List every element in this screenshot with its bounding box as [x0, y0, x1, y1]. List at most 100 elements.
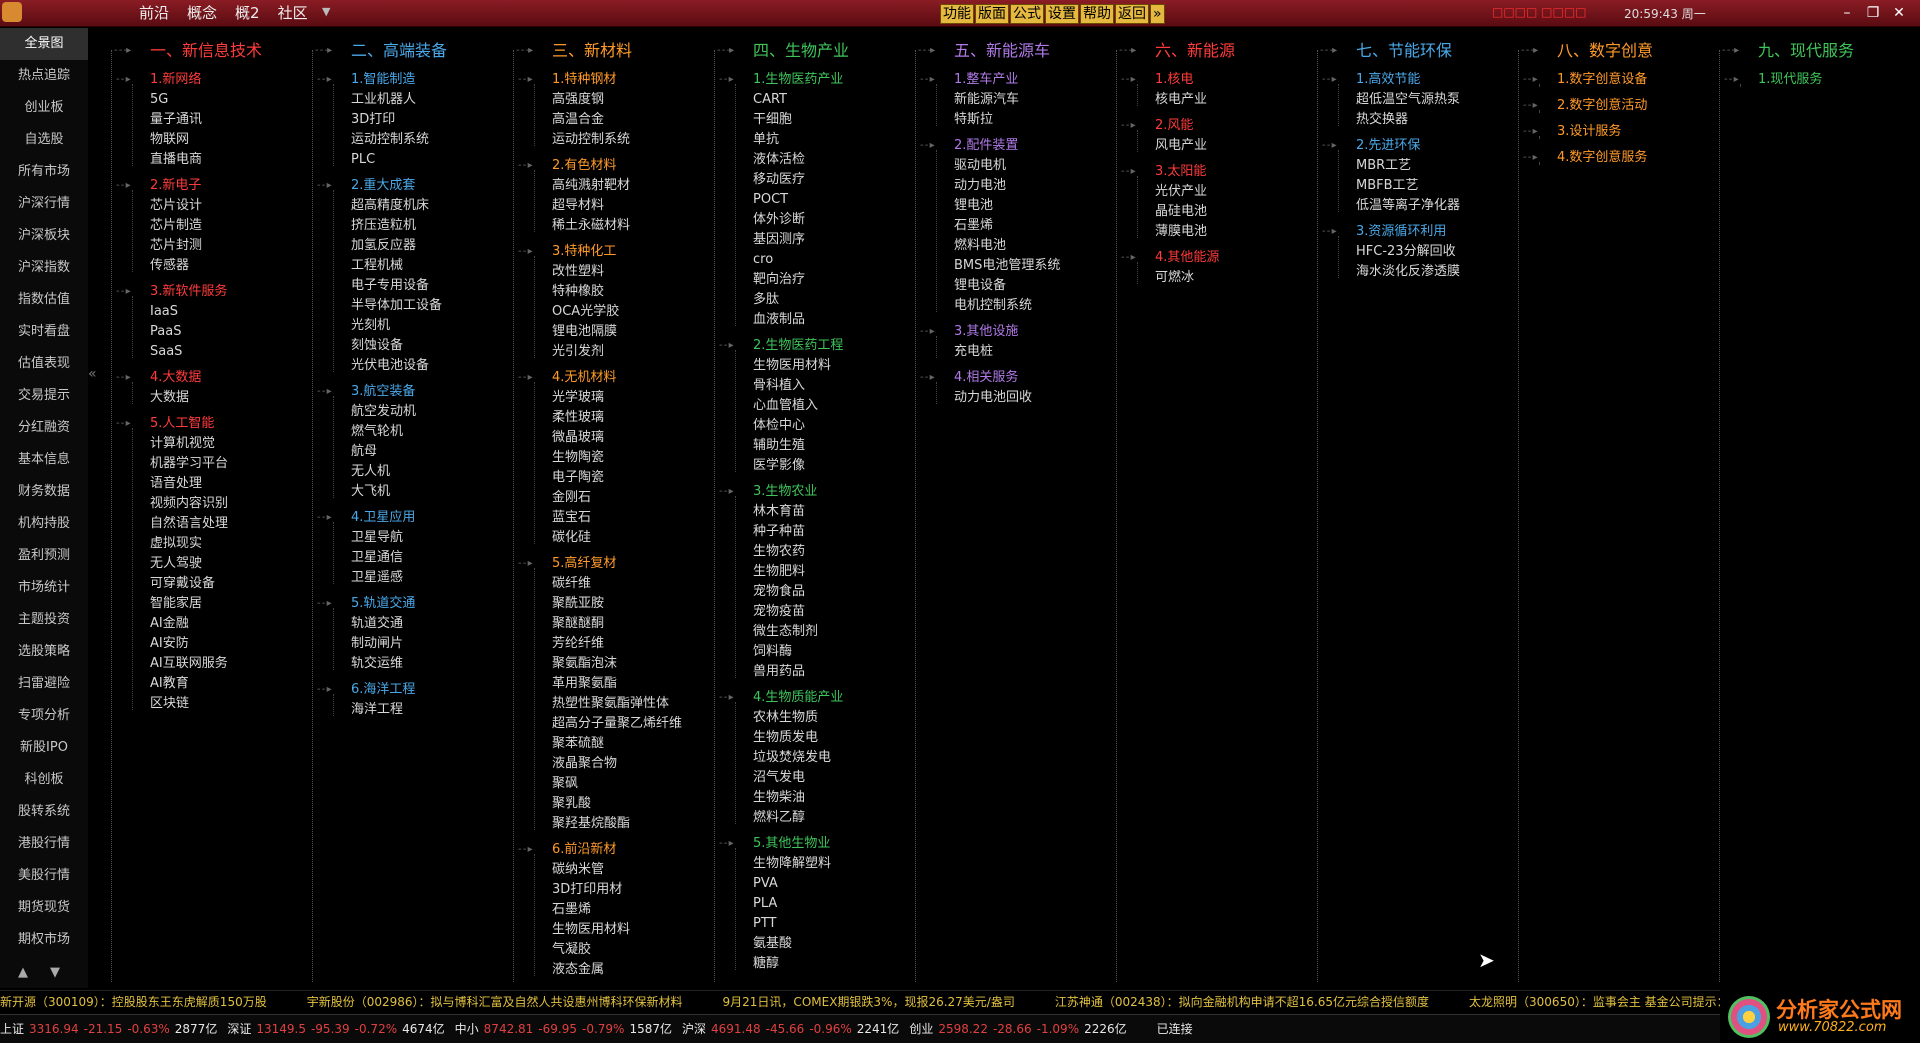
category-title[interactable]: 七、节能环保 — [1316, 40, 1516, 62]
subcategory-title[interactable]: 3.生物农业 — [713, 482, 913, 502]
concept-item[interactable]: 芯片设计 — [110, 196, 310, 216]
subcategory-title[interactable]: 3.航空装备 — [311, 382, 511, 402]
concept-item[interactable]: 低温等离子净化器 — [1316, 196, 1516, 216]
concept-item[interactable]: 垃圾焚烧发电 — [713, 748, 913, 768]
concept-item[interactable]: CART — [713, 90, 913, 110]
concept-item[interactable]: 柔性玻璃 — [512, 408, 712, 428]
subcategory-title[interactable]: 2.有色材料 — [512, 156, 712, 176]
subcategory-title[interactable]: 2.数字创意活动 — [1517, 96, 1717, 116]
concept-item[interactable]: 聚羟基烷酸酯 — [512, 814, 712, 834]
layout-button[interactable]: 版面 — [975, 4, 1009, 24]
index-item[interactable]: 深证 13149.5 -95.39 -0.72% 4674亿 — [227, 1015, 444, 1043]
concept-item[interactable]: 机器学习平台 — [110, 454, 310, 474]
concept-item[interactable]: 运动控制系统 — [311, 130, 511, 150]
concept-item[interactable]: 革用聚氨酯 — [512, 674, 712, 694]
concept-item[interactable]: 量子通讯 — [110, 110, 310, 130]
concept-item[interactable]: 锂电池隔膜 — [512, 322, 712, 342]
concept-item[interactable]: 体外诊断 — [713, 210, 913, 230]
sidebar-item[interactable]: 市场统计 — [0, 572, 88, 604]
subcategory-title[interactable]: 4.数字创意服务 — [1517, 148, 1717, 168]
concept-item[interactable]: 靶向治疗 — [713, 270, 913, 290]
menu-community[interactable]: 社区 — [269, 0, 317, 26]
concept-item[interactable]: 生物质发电 — [713, 728, 913, 748]
subcategory-title[interactable]: 1.现代服务 — [1718, 70, 1918, 90]
concept-item[interactable]: 干细胞 — [713, 110, 913, 130]
concept-item[interactable]: 宠物食品 — [713, 582, 913, 602]
subcategory-title[interactable]: 6.海洋工程 — [311, 680, 511, 700]
concept-item[interactable]: PLC — [311, 150, 511, 170]
sidebar-item[interactable]: 全景图 — [0, 28, 88, 60]
subcategory-title[interactable]: 1.特种钢材 — [512, 70, 712, 90]
concept-item[interactable]: HFC-23分解回收 — [1316, 242, 1516, 262]
concept-item[interactable]: AI互联网服务 — [110, 654, 310, 674]
concept-item[interactable]: 卫星通信 — [311, 548, 511, 568]
sidebar-item[interactable]: 专项分析 — [0, 700, 88, 732]
concept-item[interactable]: 轨道交通 — [311, 614, 511, 634]
concept-item[interactable]: 蓝宝石 — [512, 508, 712, 528]
help-button[interactable]: 帮助 — [1080, 4, 1114, 24]
concept-item[interactable]: 特种橡胶 — [512, 282, 712, 302]
sidebar-item[interactable]: 扫雷避险 — [0, 668, 88, 700]
concept-item[interactable]: 大数据 — [110, 388, 310, 408]
concept-item[interactable]: SaaS — [110, 342, 310, 362]
sidebar-item[interactable]: 港股行情 — [0, 828, 88, 860]
concept-item[interactable]: 移动医疗 — [713, 170, 913, 190]
concept-item[interactable]: 可穿戴设备 — [110, 574, 310, 594]
subcategory-title[interactable]: 1.新网络 — [110, 70, 310, 90]
subcategory-title[interactable]: 4.卫星应用 — [311, 508, 511, 528]
sidebar-item[interactable]: 财务数据 — [0, 476, 88, 508]
sidebar-item[interactable]: 热点追踪 — [0, 60, 88, 92]
sidebar-item[interactable]: 沪深板块 — [0, 220, 88, 252]
concept-item[interactable]: 3D打印用材 — [512, 880, 712, 900]
concept-item[interactable]: 基因测序 — [713, 230, 913, 250]
concept-item[interactable]: 核电产业 — [1115, 90, 1315, 110]
concept-item[interactable]: 无人机 — [311, 462, 511, 482]
index-item[interactable]: 沪深 4691.48 -45.66 -0.96% 2241亿 — [682, 1015, 899, 1043]
concept-item[interactable]: POCT — [713, 190, 913, 210]
concept-item[interactable]: 体检中心 — [713, 416, 913, 436]
concept-item[interactable]: 宠物疫苗 — [713, 602, 913, 622]
concept-item[interactable]: 光伏电池设备 — [311, 356, 511, 376]
sidebar-item[interactable]: 实时看盘 — [0, 316, 88, 348]
category-title[interactable]: 四、生物产业 — [713, 40, 913, 62]
concept-item[interactable]: 燃气轮机 — [311, 422, 511, 442]
concept-item[interactable]: 生物农药 — [713, 542, 913, 562]
concept-item[interactable]: 5G — [110, 90, 310, 110]
menu-concept-2[interactable]: 概2 — [226, 0, 269, 26]
close-icon[interactable]: ✕ — [1886, 2, 1912, 24]
concept-item[interactable]: 半导体加工设备 — [311, 296, 511, 316]
concept-item[interactable]: AI金融 — [110, 614, 310, 634]
concept-item[interactable]: 碳纳米管 — [512, 860, 712, 880]
function-button[interactable]: 功能 — [940, 4, 974, 24]
concept-item[interactable]: 电机控制系统 — [914, 296, 1114, 316]
concept-item[interactable]: 碳纤维 — [512, 574, 712, 594]
concept-item[interactable]: 微生态制剂 — [713, 622, 913, 642]
concept-item[interactable]: 林木育苗 — [713, 502, 913, 522]
category-title[interactable]: 六、新能源 — [1115, 40, 1315, 62]
concept-item[interactable]: 刻蚀设备 — [311, 336, 511, 356]
chevron-down-icon[interactable]: ▼ — [322, 5, 330, 18]
subcategory-title[interactable]: 2.先进环保 — [1316, 136, 1516, 156]
subcategory-title[interactable]: 1.生物医药产业 — [713, 70, 913, 90]
concept-item[interactable]: 芯片制造 — [110, 216, 310, 236]
concept-item[interactable]: 计算机视觉 — [110, 434, 310, 454]
subcategory-title[interactable]: 4.生物质能产业 — [713, 688, 913, 708]
concept-item[interactable]: 石墨烯 — [512, 900, 712, 920]
concept-item[interactable]: 物联网 — [110, 130, 310, 150]
sidebar-item[interactable]: 盈利预测 — [0, 540, 88, 572]
category-title[interactable]: 二、高端装备 — [311, 40, 511, 62]
subcategory-title[interactable]: 6.前沿新材 — [512, 840, 712, 860]
sidebar-item[interactable]: 交易提示 — [0, 380, 88, 412]
concept-item[interactable]: 种子种苗 — [713, 522, 913, 542]
concept-item[interactable]: 卫星导航 — [311, 528, 511, 548]
concept-item[interactable]: 石墨烯 — [914, 216, 1114, 236]
concept-item[interactable]: 改性塑料 — [512, 262, 712, 282]
concept-item[interactable]: 电子专用设备 — [311, 276, 511, 296]
concept-item[interactable]: cro — [713, 250, 913, 270]
concept-item[interactable]: 生物柴油 — [713, 788, 913, 808]
concept-item[interactable]: 无人驾驶 — [110, 554, 310, 574]
concept-item[interactable]: 血液制品 — [713, 310, 913, 330]
concept-item[interactable]: 特斯拉 — [914, 110, 1114, 130]
concept-item[interactable]: 直播电商 — [110, 150, 310, 170]
concept-item[interactable]: PaaS — [110, 322, 310, 342]
